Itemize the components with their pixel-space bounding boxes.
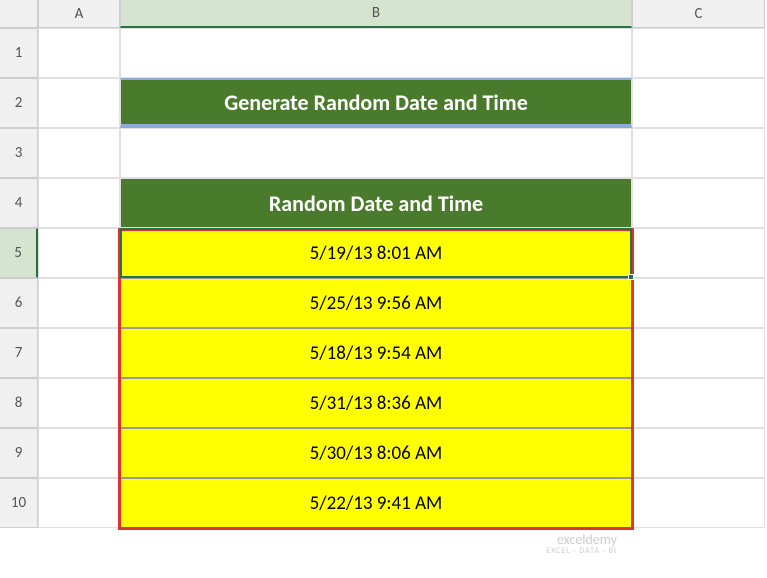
data-cell-b7[interactable]: 5/18/13 9:54 AM: [120, 328, 632, 378]
watermark: exceldemy EXCEL · DATA · BI: [546, 532, 617, 556]
cell-a3[interactable]: [38, 128, 120, 178]
cell-c2[interactable]: [632, 78, 765, 128]
cell-a10[interactable]: [38, 478, 120, 528]
cell-a8[interactable]: [38, 378, 120, 428]
cell-c3[interactable]: [632, 128, 765, 178]
title-cell[interactable]: Generate Random Date and Time: [120, 78, 632, 128]
cell-a5[interactable]: [38, 228, 120, 278]
cell-c9[interactable]: [632, 428, 765, 478]
cell-c4[interactable]: [632, 178, 765, 228]
cell-a9[interactable]: [38, 428, 120, 478]
cell-c7[interactable]: [632, 328, 765, 378]
row-header-7[interactable]: 7: [0, 328, 38, 378]
row-header-10[interactable]: 10: [0, 478, 38, 528]
row-header-6[interactable]: 6: [0, 278, 38, 328]
watermark-main: exceldemy: [546, 532, 617, 547]
data-cell-b10[interactable]: 5/22/13 9:41 AM: [120, 478, 632, 528]
cell-c6[interactable]: [632, 278, 765, 328]
cell-c5[interactable]: [632, 228, 765, 278]
col-header-c[interactable]: C: [632, 0, 765, 28]
row-header-1[interactable]: 1: [0, 28, 38, 78]
cell-a7[interactable]: [38, 328, 120, 378]
cell-a1[interactable]: [38, 28, 120, 78]
cell-a2[interactable]: [38, 78, 120, 128]
col-header-a[interactable]: A: [38, 0, 120, 28]
data-cell-b5[interactable]: 5/19/13 8:01 AM: [120, 228, 632, 278]
data-cell-b8[interactable]: 5/31/13 8:36 AM: [120, 378, 632, 428]
row-header-8[interactable]: 8: [0, 378, 38, 428]
cell-b3[interactable]: [120, 128, 632, 178]
row-header-5[interactable]: 5: [0, 228, 38, 278]
cell-a4[interactable]: [38, 178, 120, 228]
watermark-sub: EXCEL · DATA · BI: [546, 547, 617, 556]
row-header-3[interactable]: 3: [0, 128, 38, 178]
row-header-9[interactable]: 9: [0, 428, 38, 478]
section-header-cell[interactable]: Random Date and Time: [120, 178, 632, 228]
cell-b1[interactable]: [120, 28, 632, 78]
data-cell-b9[interactable]: 5/30/13 8:06 AM: [120, 428, 632, 478]
cell-c10[interactable]: [632, 478, 765, 528]
cell-a6[interactable]: [38, 278, 120, 328]
col-header-b[interactable]: B: [120, 0, 632, 28]
cell-c1[interactable]: [632, 28, 765, 78]
data-cell-b6[interactable]: 5/25/13 9:56 AM: [120, 278, 632, 328]
fill-handle[interactable]: [628, 274, 634, 280]
select-all-corner[interactable]: [0, 0, 38, 28]
cell-c8[interactable]: [632, 378, 765, 428]
spreadsheet-grid: A B C 1 2 Generate Random Date and Time …: [0, 0, 767, 528]
row-header-4[interactable]: 4: [0, 178, 38, 228]
row-header-2[interactable]: 2: [0, 78, 38, 128]
